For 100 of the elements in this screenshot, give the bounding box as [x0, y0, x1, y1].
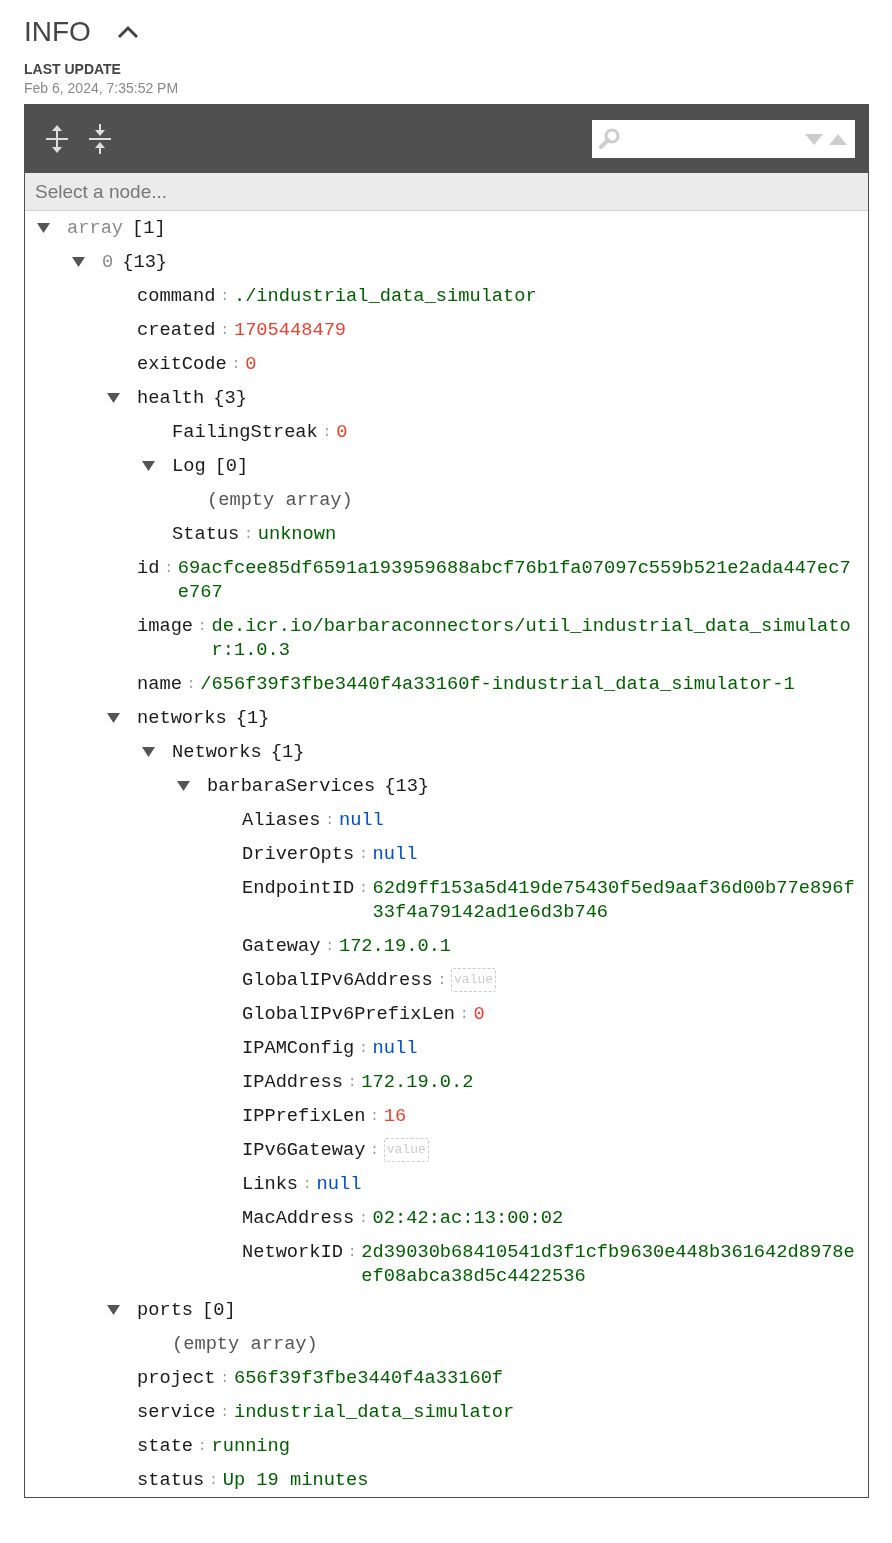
empty-array-label: (empty array) [172, 1332, 318, 1356]
colon-separator: : [325, 811, 334, 830]
node-value: null [372, 1036, 419, 1060]
node-key: Status [172, 522, 240, 546]
colon-separator: : [359, 879, 368, 898]
node-value: 656f39f3fbe3440f4a33160f [233, 1366, 505, 1390]
node-value: 16 [383, 1104, 408, 1128]
colon-separator: : [164, 559, 173, 578]
expand-toggle[interactable] [37, 222, 50, 234]
node-value: /656f39f3fbe3440f4a33160f-industrial_data_simulator-1 [200, 672, 796, 696]
node-key: Networks [172, 740, 262, 764]
empty-array-label: (empty array) [207, 488, 353, 512]
node-key: FailingStreak [172, 420, 318, 444]
node-key: service [137, 1400, 216, 1424]
node-key: Links [242, 1172, 299, 1196]
node-value: de.icr.io/barbaraconnectors/util_industrial_data_simulator:1.0.3 [211, 614, 852, 662]
colon-separator: : [359, 1039, 368, 1058]
node-value: 0 [336, 420, 349, 444]
node-value: 2d39030b68410541d3f1cfb9630e448b361642d8978eef08abca38d5c4422536 [361, 1240, 856, 1288]
child-count: {13} [384, 774, 430, 798]
node-value: 172.19.0.1 [338, 934, 453, 958]
colon-separator: : [220, 1369, 229, 1388]
node-value: 172.19.0.2 [361, 1070, 475, 1094]
colon-separator: : [460, 1005, 469, 1024]
collapse-all-button[interactable] [86, 122, 114, 156]
expand-toggle[interactable] [107, 712, 120, 724]
colon-separator: : [198, 1437, 207, 1456]
child-count: {3} [213, 386, 247, 410]
chevron-up-icon[interactable] [116, 25, 139, 39]
node-value: 0 [245, 352, 258, 376]
node-value: 62d9ff153a5d419de75430f5ed9aaf36d00b77e896f33f4a79142ad1e6d3b746 [372, 876, 856, 924]
child-count: [0] [214, 454, 249, 478]
node-key: GlobalIPv6Address [242, 968, 433, 992]
colon-separator: : [437, 971, 447, 990]
colon-separator: : [370, 1107, 379, 1126]
colon-separator: : [347, 1243, 357, 1262]
colon-separator: : [370, 1141, 379, 1160]
node-key: networks [137, 706, 227, 730]
node-key: barbaraServices [207, 774, 376, 798]
node-key: name [137, 672, 182, 696]
node-key: Log [172, 454, 206, 478]
child-count: {1} [270, 740, 305, 764]
colon-separator: : [347, 1073, 357, 1092]
node-value: null [372, 842, 419, 866]
node-key: EndpointID [242, 876, 355, 900]
node-value: industrial_data_simulator [233, 1400, 516, 1424]
colon-separator: : [359, 845, 368, 864]
child-count: [0] [202, 1298, 236, 1322]
colon-separator: : [303, 1175, 312, 1194]
node-value: 0 [473, 1002, 486, 1026]
node-value: ./industrial_data_simulator [233, 284, 538, 308]
panel-title: INFO [24, 15, 91, 49]
node-key: IPPrefixLen [242, 1104, 366, 1128]
node-key: IPAddress [242, 1070, 343, 1094]
node-key: status [137, 1468, 205, 1492]
expand-toggle[interactable] [107, 1304, 120, 1316]
node-key: MacAddress [242, 1206, 355, 1230]
colon-separator: : [220, 1403, 229, 1422]
colon-separator: : [220, 321, 229, 340]
node-value: 02:42:ac:13:00:02 [372, 1206, 565, 1230]
last-update-label: LAST UPDATE [24, 60, 122, 78]
node-key: created [137, 318, 216, 342]
node-value: unknown [257, 522, 338, 546]
node-key: IPAMConfig [242, 1036, 355, 1060]
node-key: image [137, 614, 194, 638]
node-key: 0 [102, 250, 114, 274]
child-count: {13} [122, 250, 168, 274]
expand-toggle[interactable] [107, 392, 120, 404]
node-value: null [338, 808, 385, 832]
child-count: {1} [235, 706, 270, 730]
expand-toggle[interactable] [142, 746, 155, 758]
colon-separator: : [325, 937, 334, 956]
expand-toggle[interactable] [142, 460, 155, 472]
node-key: NetworkID [242, 1240, 343, 1264]
search-icon [598, 127, 622, 151]
colon-separator: : [209, 1471, 218, 1490]
node-value: running [211, 1434, 291, 1458]
expand-toggle[interactable] [72, 256, 85, 268]
child-count: [1] [132, 216, 166, 240]
colon-separator: : [220, 287, 229, 306]
node-key: command [137, 284, 216, 308]
node-key: project [137, 1366, 216, 1390]
colon-separator: : [244, 525, 253, 544]
colon-separator: : [198, 617, 207, 636]
node-path-field[interactable]: Select a node... [33, 179, 337, 204]
node-key: id [137, 556, 160, 580]
node-value: null [316, 1172, 363, 1196]
node-key: state [137, 1434, 194, 1458]
search-field[interactable] [592, 120, 855, 158]
node-value: 69acfcee85df6591a193959688abcf76b1fa07097c559b521e2ada447ec7e767 [177, 556, 852, 604]
node-key: array [67, 216, 124, 240]
node-key: DriverOpts [242, 842, 355, 866]
node-key: Aliases [242, 808, 321, 832]
colon-separator: : [186, 675, 196, 694]
node-key: GlobalIPv6PrefixLen [242, 1002, 456, 1026]
node-value: Up 19 minutes [222, 1468, 370, 1492]
node-key: ports [137, 1298, 194, 1322]
colon-separator: : [322, 423, 332, 442]
expand-toggle[interactable] [177, 780, 190, 792]
node-key: Gateway [242, 934, 321, 958]
